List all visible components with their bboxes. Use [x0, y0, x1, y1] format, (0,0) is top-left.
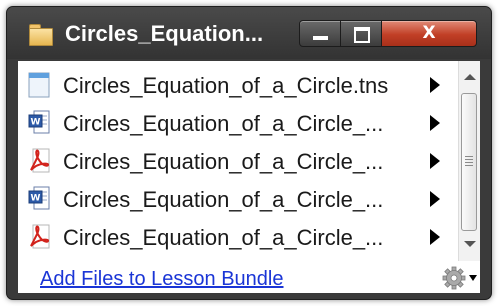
file-panel: Circles_Equation_of_a_Circle.tns W Circl… — [18, 61, 480, 293]
file-row[interactable]: W Circles_Equation_of_a_Circle_... — [18, 105, 456, 143]
close-button[interactable]: X — [381, 20, 477, 47]
add-files-link[interactable]: Add Files to Lesson Bundle — [40, 268, 284, 291]
close-icon: X — [422, 23, 436, 43]
lesson-bundle-window: Circles_Equation... X Circles_Equation_o… — [6, 6, 492, 300]
svg-text:W: W — [31, 118, 41, 128]
settings-menu-button[interactable] — [442, 265, 478, 291]
file-name: Circles_Equation_of_a_Circle.tns — [63, 73, 389, 98]
expand-arrow-icon[interactable] — [430, 77, 440, 93]
minimize-button[interactable] — [299, 20, 341, 47]
scroll-thumb[interactable] — [461, 93, 477, 231]
vertical-scrollbar[interactable] — [458, 61, 480, 261]
file-row[interactable]: W Circles_Equation_of_a_Circle_... — [18, 181, 456, 219]
file-row[interactable]: Circles_Equation_of_a_Circle_... — [18, 143, 456, 181]
file-list: Circles_Equation_of_a_Circle.tns W Circl… — [18, 67, 456, 257]
minimize-icon — [313, 36, 328, 40]
file-row[interactable]: Circles_Equation_of_a_Circle_... — [18, 219, 456, 257]
file-name: Circles_Equation_of_a_Circle_... — [63, 225, 384, 250]
expand-arrow-icon[interactable] — [430, 191, 440, 207]
folder-icon — [29, 24, 53, 46]
title-bar[interactable]: Circles_Equation... X — [7, 7, 491, 59]
gear-icon — [442, 266, 477, 290]
expand-arrow-icon[interactable] — [430, 229, 440, 245]
word-document-icon: W — [28, 186, 50, 210]
file-name: Circles_Equation_of_a_Circle_... — [63, 149, 384, 174]
word-document-icon: W — [28, 110, 50, 134]
scroll-up-arrow-icon[interactable] — [464, 74, 476, 80]
svg-text:W: W — [31, 194, 41, 204]
file-row[interactable]: Circles_Equation_of_a_Circle.tns — [18, 67, 456, 105]
file-name: Circles_Equation_of_a_Circle_... — [63, 187, 384, 212]
maximize-icon — [354, 27, 370, 43]
file-name: Circles_Equation_of_a_Circle_... — [63, 111, 384, 136]
expand-arrow-icon[interactable] — [430, 115, 440, 131]
pdf-icon — [30, 148, 50, 173]
scroll-down-arrow-icon[interactable] — [464, 241, 476, 247]
maximize-button[interactable] — [340, 20, 382, 47]
tns-file-icon — [28, 72, 50, 98]
window-title: Circles_Equation... — [65, 21, 264, 46]
expand-arrow-icon[interactable] — [430, 153, 440, 169]
pdf-icon — [30, 224, 50, 249]
